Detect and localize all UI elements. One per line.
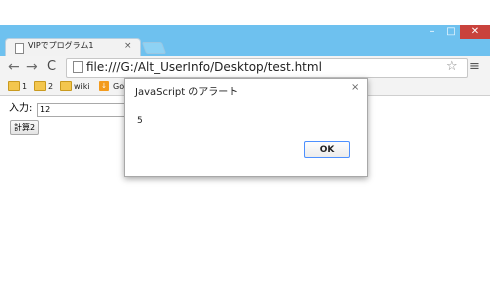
back-icon[interactable]: ←	[8, 57, 20, 77]
new-tab-button[interactable]	[141, 42, 167, 54]
tab-title: VIPでプログラム1	[28, 41, 94, 50]
tab-close-icon[interactable]: ×	[124, 40, 132, 52]
dialog-message: 5	[137, 116, 143, 126]
folder-icon[interactable]	[60, 81, 72, 91]
bookmark-folder-1[interactable]: 1	[22, 80, 27, 93]
maximize-button[interactable]: □	[442, 25, 460, 39]
forward-icon[interactable]: →	[26, 57, 38, 77]
bookmark-star-icon[interactable]: ☆	[446, 58, 458, 76]
page-icon	[73, 61, 83, 73]
close-icon: ✕	[470, 26, 480, 37]
maximize-icon: □	[446, 26, 456, 37]
ok-button[interactable]: OK	[304, 141, 350, 158]
folder-icon[interactable]	[34, 81, 46, 91]
bookmark-folder-wiki[interactable]: wiki	[74, 80, 90, 93]
dialog-title: JavaScript のアラート	[135, 87, 239, 98]
input-label: 入力:	[9, 103, 33, 114]
page-icon	[15, 43, 24, 54]
window-close-button[interactable]: ✕	[460, 25, 490, 39]
number-input[interactable]: 12	[37, 103, 133, 117]
download-icon[interactable]: ↓	[99, 81, 109, 91]
bookmark-go[interactable]: Go	[113, 80, 124, 93]
minimize-icon: –	[429, 26, 435, 37]
folder-icon[interactable]	[8, 81, 20, 91]
calculate-button[interactable]: 計算2	[10, 120, 40, 135]
menu-icon[interactable]: ≡	[469, 56, 480, 78]
minimize-button[interactable]: –	[422, 25, 442, 39]
reload-icon[interactable]: C	[47, 57, 56, 77]
url-text[interactable]: file:///G:/Alt_UserInfo/Desktop/test.htm…	[86, 59, 322, 75]
dialog-close-icon[interactable]: ×	[351, 82, 359, 94]
bookmark-folder-2[interactable]: 2	[48, 80, 53, 93]
